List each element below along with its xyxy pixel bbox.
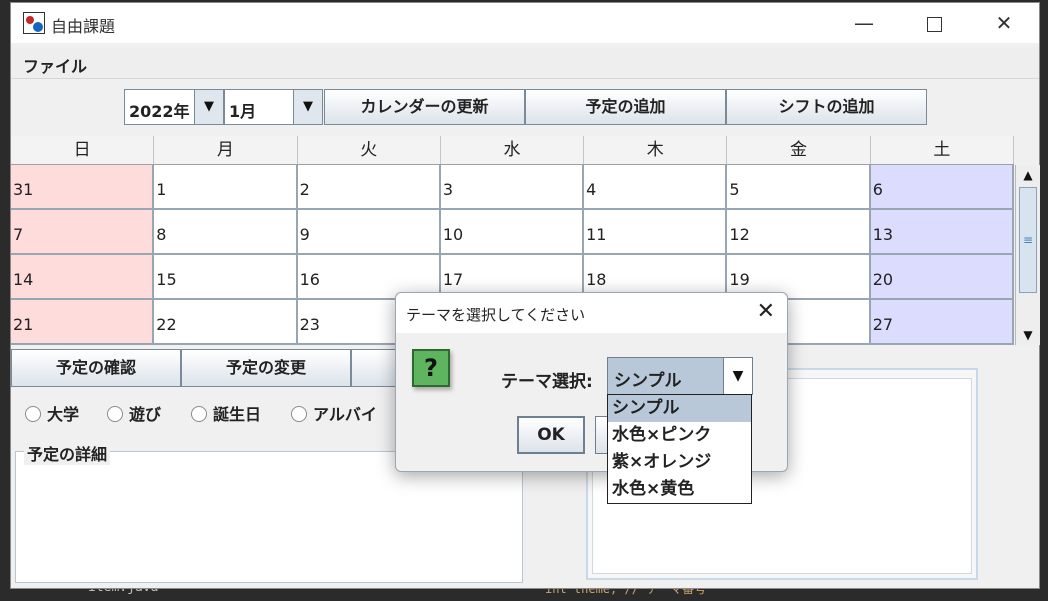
day-cell[interactable]: 10 — [440, 210, 585, 253]
theme-option[interactable]: シンプル — [608, 395, 751, 422]
theme-option[interactable]: 水色×ピンク — [608, 422, 751, 449]
chevron-down-icon[interactable]: ▼ — [194, 90, 223, 124]
calendar-week-row: 31 1 2 3 4 5 6 — [11, 165, 1014, 210]
theme-option[interactable]: 水色×黄色 — [608, 476, 751, 503]
menu-file[interactable]: ファイル — [23, 53, 87, 77]
radio-icon[interactable] — [191, 406, 207, 422]
theme-select[interactable]: シンプル ▼ — [607, 357, 753, 395]
dialog-title: テーマを選択してください — [406, 306, 586, 324]
day-cell[interactable]: 4 — [584, 165, 728, 208]
category-radio-play[interactable]: 遊び — [107, 401, 161, 425]
calendar-week-row: 7 8 9 10 11 12 13 — [11, 210, 1014, 255]
category-radio-birthday[interactable]: 誕生日 — [191, 401, 261, 425]
day-cell[interactable]: 15 — [154, 255, 298, 298]
theme-selected-value: シンプル — [614, 371, 682, 391]
weekday-header: 日 — [11, 136, 155, 164]
calendar-header: 日 月 火 水 木 金 土 — [11, 136, 1014, 165]
add-event-button[interactable]: 予定の追加 — [525, 89, 726, 125]
minimize-button[interactable]: — — [841, 3, 887, 43]
day-cell[interactable]: 14 — [11, 255, 155, 298]
year-value: 2022年 — [129, 102, 190, 121]
theme-label: テーマ選択: — [501, 372, 593, 392]
day-cell[interactable]: 5 — [727, 165, 871, 208]
calendar-scrollbar[interactable]: ▲ ≡ ▼ — [1015, 165, 1040, 345]
month-select[interactable]: 1月 ▼ — [224, 89, 323, 125]
day-cell[interactable]: 9 — [297, 210, 441, 253]
grip-icon: ≡ — [1022, 233, 1034, 247]
weekday-header: 水 — [441, 136, 585, 164]
refresh-calendar-button[interactable]: カレンダーの更新 — [324, 89, 525, 125]
day-cell[interactable]: 12 — [727, 210, 871, 253]
day-cell[interactable]: 6 — [870, 165, 1014, 208]
weekday-header: 月 — [154, 136, 298, 164]
close-button[interactable]: ✕ — [981, 3, 1027, 43]
category-radio-parttime[interactable]: アルバイ — [291, 401, 377, 425]
window-title: 自由課題 — [51, 17, 116, 36]
day-cell[interactable]: 7 — [11, 210, 155, 253]
maximize-icon — [926, 17, 942, 32]
month-value: 1月 — [229, 102, 257, 121]
day-cell[interactable]: 20 — [870, 255, 1014, 298]
day-cell[interactable]: 8 — [154, 210, 298, 253]
theme-dropdown-list: シンプル 水色×ピンク 紫×オレンジ 水色×黄色 — [607, 394, 752, 504]
day-cell[interactable]: 21 — [11, 300, 155, 343]
radio-label: 遊び — [129, 405, 162, 424]
category-radio-university[interactable]: 大学 — [25, 401, 79, 425]
weekday-header: 金 — [727, 136, 871, 164]
radio-label: 大学 — [47, 405, 80, 424]
chevron-down-icon[interactable]: ▼ — [723, 358, 752, 394]
question-icon: ? — [412, 349, 450, 387]
chevron-down-icon[interactable]: ▼ — [293, 90, 322, 124]
change-event-button[interactable]: 予定の変更 — [181, 349, 351, 387]
menu-bar: ファイル — [11, 48, 1039, 79]
scroll-up-icon[interactable]: ▲ — [1019, 166, 1037, 184]
confirm-event-button[interactable]: 予定の確認 — [11, 349, 181, 387]
day-cell[interactable]: 22 — [154, 300, 298, 343]
scroll-thumb[interactable]: ≡ — [1019, 187, 1037, 293]
ok-button[interactable]: OK — [517, 416, 585, 454]
scroll-down-icon[interactable]: ▼ — [1019, 326, 1037, 344]
add-shift-button[interactable]: シフトの追加 — [726, 89, 927, 125]
radio-label: 誕生日 — [213, 405, 262, 424]
radio-label: アルバイ — [313, 405, 377, 424]
theme-option[interactable]: 紫×オレンジ — [608, 449, 751, 476]
day-cell[interactable]: 11 — [584, 210, 728, 253]
radio-icon[interactable] — [25, 406, 41, 422]
day-cell[interactable]: 27 — [870, 300, 1014, 343]
day-cell[interactable]: 3 — [440, 165, 585, 208]
weekday-header: 火 — [298, 136, 441, 164]
event-detail-legend: 予定の詳細 — [24, 441, 111, 465]
day-cell[interactable]: 1 — [154, 165, 298, 208]
weekday-header: 木 — [584, 136, 728, 164]
weekday-header: 土 — [871, 136, 1014, 164]
day-cell[interactable]: 2 — [297, 165, 441, 208]
title-bar: 自由課題 — ✕ — [11, 3, 1039, 43]
radio-icon[interactable] — [107, 406, 123, 422]
radio-icon[interactable] — [291, 406, 307, 422]
java-app-icon — [23, 12, 45, 34]
day-cell[interactable]: 31 — [11, 165, 155, 208]
dialog-title-bar: テーマを選択してください ✕ — [396, 293, 787, 333]
day-cell[interactable]: 13 — [870, 210, 1014, 253]
year-select[interactable]: 2022年 ▼ — [124, 89, 224, 125]
close-icon[interactable]: ✕ — [757, 299, 775, 324]
maximize-button[interactable] — [911, 3, 957, 43]
